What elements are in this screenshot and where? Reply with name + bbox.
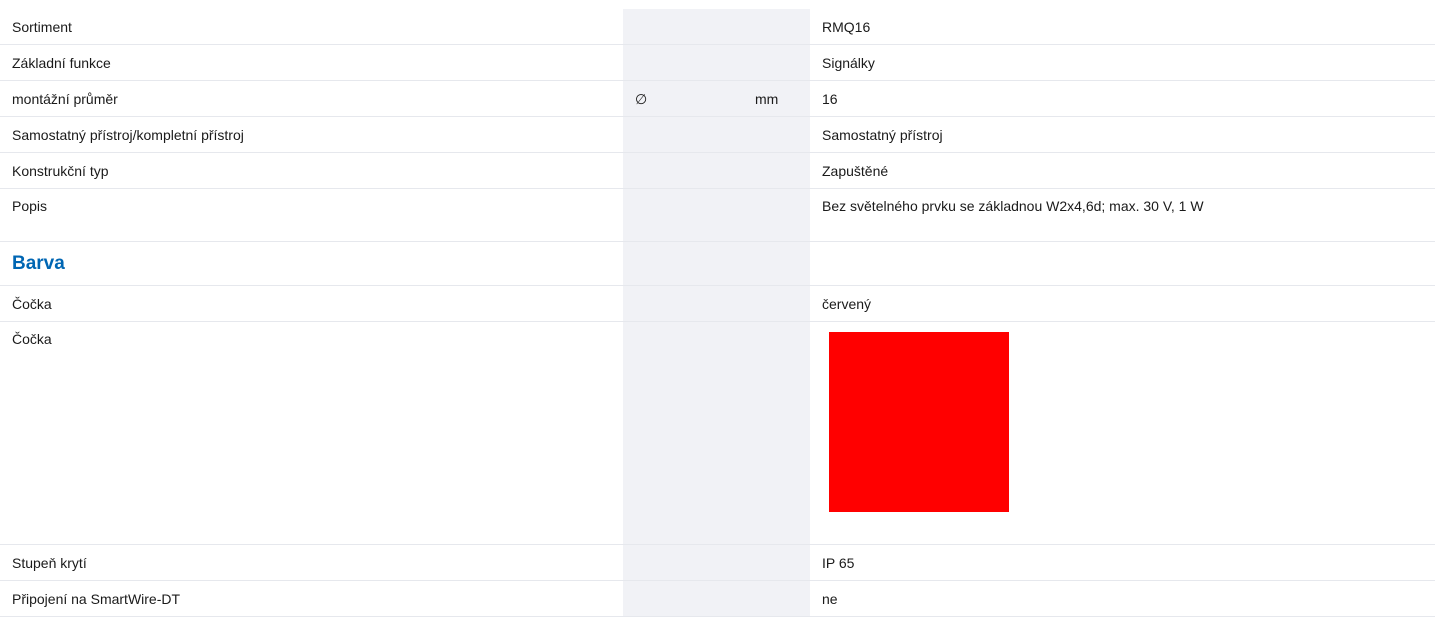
row-label: montážní průměr [0,80,623,117]
row-symbol [623,285,743,322]
row-label: Základní funkce [0,44,623,81]
spec-row-montazni-prumer: montážní průměr ∅ mm 16 [0,80,1435,117]
lens-color-swatch [829,332,1009,512]
row-symbol [623,241,743,286]
page-heading-clip [0,0,1435,9]
row-value [810,321,1435,545]
row-label: Připojení na SmartWire-DT [0,580,623,617]
row-value: 16 [810,80,1435,117]
row-symbol [623,116,743,153]
row-symbol [623,152,743,189]
row-value: RMQ16 [810,9,1435,45]
row-value: Signálky [810,44,1435,81]
row-unit [743,321,810,545]
row-value [810,241,1435,286]
row-unit [743,116,810,153]
spec-row-konstrukcni-typ: Konstrukční typ Zapuštěné [0,152,1435,189]
row-label: Sortiment [0,9,623,45]
row-label: Samostatný přístroj/kompletní přístroj [0,116,623,153]
row-symbol [623,188,743,242]
row-label: Čočka [0,321,623,545]
unit-label: mm [743,80,810,117]
spec-row-cocka-swatch: Čočka [0,321,1435,545]
spec-row-smartwire: Připojení na SmartWire-DT ne [0,580,1435,617]
row-value: IP 65 [810,544,1435,581]
row-unit [743,544,810,581]
row-unit [743,188,810,242]
row-value: Bez světelného prvku se základnou W2x4,6… [810,188,1435,242]
spec-row-cocka-barva: Čočka červený [0,285,1435,322]
spec-row-zakladni-funkce: Základní funkce Signálky [0,44,1435,81]
row-value: Samostatný přístroj [810,116,1435,153]
spec-table: Sortiment RMQ16 Základní funkce Signálky… [0,9,1435,617]
row-label: Konstrukční typ [0,152,623,189]
spec-row-stupen-kryti: Stupeň krytí IP 65 [0,544,1435,581]
row-symbol [623,321,743,545]
row-label: Čočka [0,285,623,322]
row-unit [743,580,810,617]
row-symbol [623,9,743,45]
row-unit [743,152,810,189]
row-value: červený [810,285,1435,322]
row-symbol [623,544,743,581]
spec-row-samostatny: Samostatný přístroj/kompletní přístroj S… [0,116,1435,153]
row-value: ne [810,580,1435,617]
row-unit [743,44,810,81]
section-title: Barva [0,241,623,286]
row-label: Stupeň krytí [0,544,623,581]
row-unit [743,241,810,286]
row-symbol [623,44,743,81]
spec-row-popis: Popis Bez světelného prvku se základnou … [0,188,1435,242]
row-value: Zapuštěné [810,152,1435,189]
row-symbol [623,580,743,617]
row-label: Popis [0,188,623,242]
row-unit [743,9,810,45]
row-unit [743,285,810,322]
section-header-barva: Barva [0,241,1435,286]
spec-row-sortiment: Sortiment RMQ16 [0,9,1435,45]
diameter-symbol: ∅ [623,80,743,117]
